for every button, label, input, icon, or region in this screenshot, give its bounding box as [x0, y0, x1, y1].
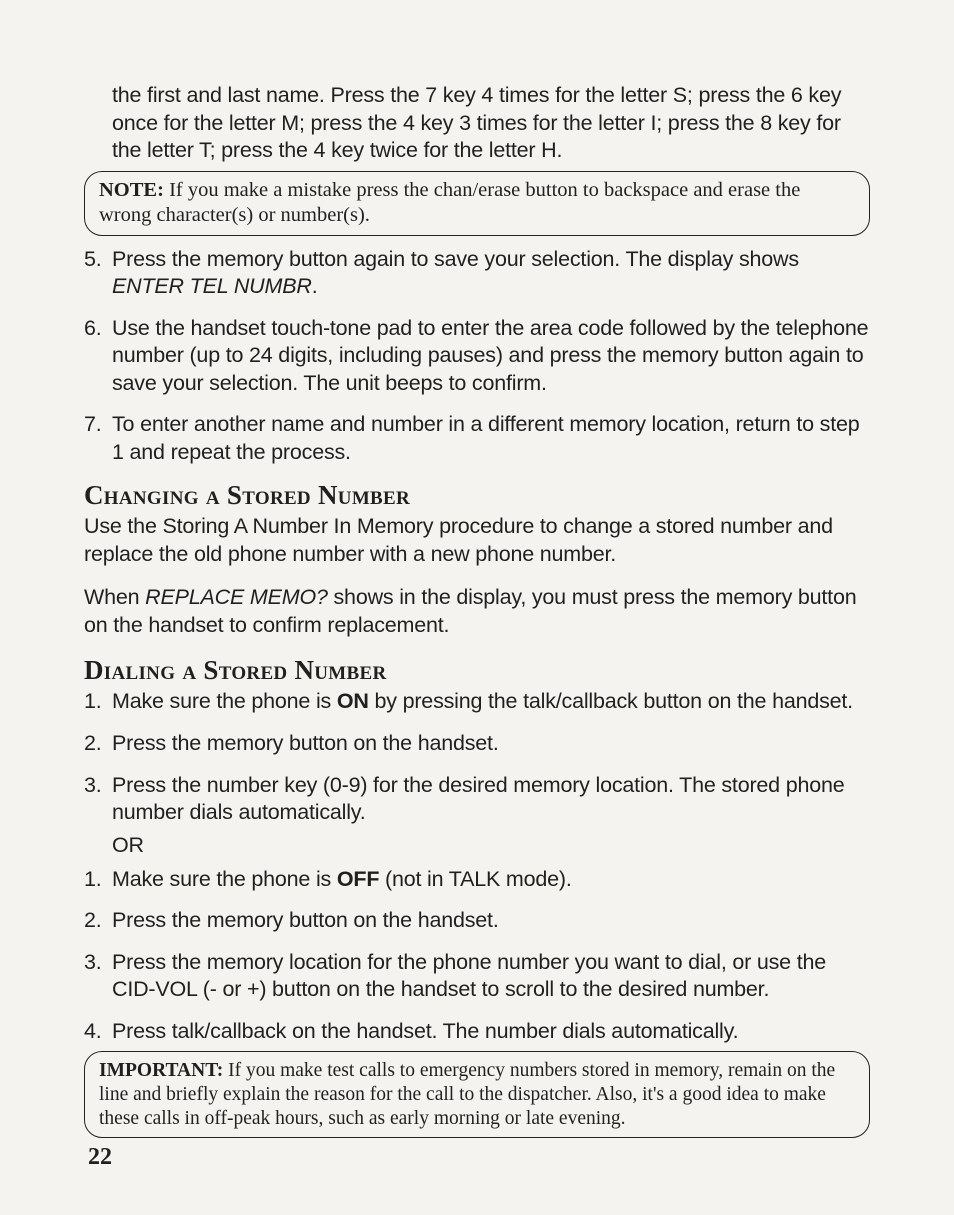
important-box: IMPORTANT: If you make test calls to eme…: [84, 1051, 870, 1138]
step-number: 3.: [84, 772, 112, 827]
step-number: 5.: [84, 246, 112, 301]
step-number: 2.: [84, 907, 112, 935]
step-number: 6.: [84, 315, 112, 398]
steps-list-c: 1. Make sure the phone is OFF (not in TA…: [84, 866, 870, 1046]
step-number: 7.: [84, 411, 112, 466]
step-text-pre: Press talk/callback on the handset. The …: [112, 1019, 738, 1043]
step-text-pre: Press the memory button on the handset.: [112, 731, 499, 755]
step-body: Make sure the phone is ON by pressing th…: [112, 688, 870, 716]
para-changing: Use the Storing A Number In Memory proce…: [84, 513, 870, 568]
or-separator: OR: [112, 833, 870, 858]
step-text-pre: Use the handset touch-tone pad to enter …: [112, 316, 868, 395]
step-body: Press the memory button on the handset.: [112, 907, 870, 935]
step-text-post: (not in TALK mode).: [379, 867, 571, 891]
text-pre: When: [84, 585, 145, 609]
continuation-text: the first and last name. Press the 7 key…: [112, 82, 870, 165]
step-body: Press the memory button again to save yo…: [112, 246, 870, 301]
step-c2: 2. Press the memory button on the handse…: [84, 907, 870, 935]
step-5: 5. Press the memory button again to save…: [84, 246, 870, 301]
step-number: 2.: [84, 730, 112, 758]
step-7: 7. To enter another name and number in a…: [84, 411, 870, 466]
step-text-pre: Press the memory button again to save yo…: [112, 247, 799, 271]
step-number: 4.: [84, 1018, 112, 1046]
note-label: NOTE:: [99, 179, 164, 201]
step-body: Press talk/callback on the handset. The …: [112, 1018, 870, 1046]
note-box: NOTE: If you make a mistake press the ch…: [84, 171, 870, 236]
steps-list-b: 1. Make sure the phone is ON by pressing…: [84, 688, 870, 826]
step-body: Press the number key (0-9) for the desir…: [112, 772, 870, 827]
step-text-pre: Press the memory location for the phone …: [112, 950, 826, 1002]
step-text-post: by pressing the talk/callback button on …: [369, 689, 853, 713]
note-text: If you make a mistake press the chan/era…: [99, 179, 800, 227]
step-c1: 1. Make sure the phone is OFF (not in TA…: [84, 866, 870, 894]
para-replace-memo: When REPLACE MEMO? shows in the display,…: [84, 584, 870, 639]
step-b2: 2. Press the memory button on the handse…: [84, 730, 870, 758]
step-text-pre: Make sure the phone is: [112, 867, 337, 891]
steps-list-a: 5. Press the memory button again to save…: [84, 246, 870, 467]
step-text-post: .: [312, 274, 318, 298]
step-number: 1.: [84, 866, 112, 894]
step-b1: 1. Make sure the phone is ON by pressing…: [84, 688, 870, 716]
page-number: 22: [88, 1144, 112, 1171]
step-number: 1.: [84, 688, 112, 716]
step-text-pre: Press the memory button on the handset.: [112, 908, 499, 932]
step-b3: 3. Press the number key (0-9) for the de…: [84, 772, 870, 827]
important-label: IMPORTANT:: [99, 1060, 223, 1081]
heading-dialing-stored-number: Dialing a Stored Number: [84, 655, 870, 686]
step-body: Use the handset touch-tone pad to enter …: [112, 315, 870, 398]
step-body: Make sure the phone is OFF (not in TALK …: [112, 866, 870, 894]
step-text-bold: ON: [337, 689, 369, 713]
step-text-italic: ENTER TEL NUMBR: [112, 274, 312, 298]
step-6: 6. Use the handset touch-tone pad to ent…: [84, 315, 870, 398]
step-text-pre: To enter another name and number in a di…: [112, 412, 859, 464]
text-italic: REPLACE MEMO?: [145, 585, 328, 609]
step-body: Press the memory button on the handset.: [112, 730, 870, 758]
step-body: To enter another name and number in a di…: [112, 411, 870, 466]
step-text-pre: Press the number key (0-9) for the desir…: [112, 773, 845, 825]
step-c3: 3. Press the memory location for the pho…: [84, 949, 870, 1004]
step-number: 3.: [84, 949, 112, 1004]
step-c4: 4. Press talk/callback on the handset. T…: [84, 1018, 870, 1046]
step-body: Press the memory location for the phone …: [112, 949, 870, 1004]
step-text-pre: Make sure the phone is: [112, 689, 337, 713]
step-text-bold: OFF: [337, 867, 379, 891]
heading-changing-stored-number: Changing a Stored Number: [84, 480, 870, 511]
